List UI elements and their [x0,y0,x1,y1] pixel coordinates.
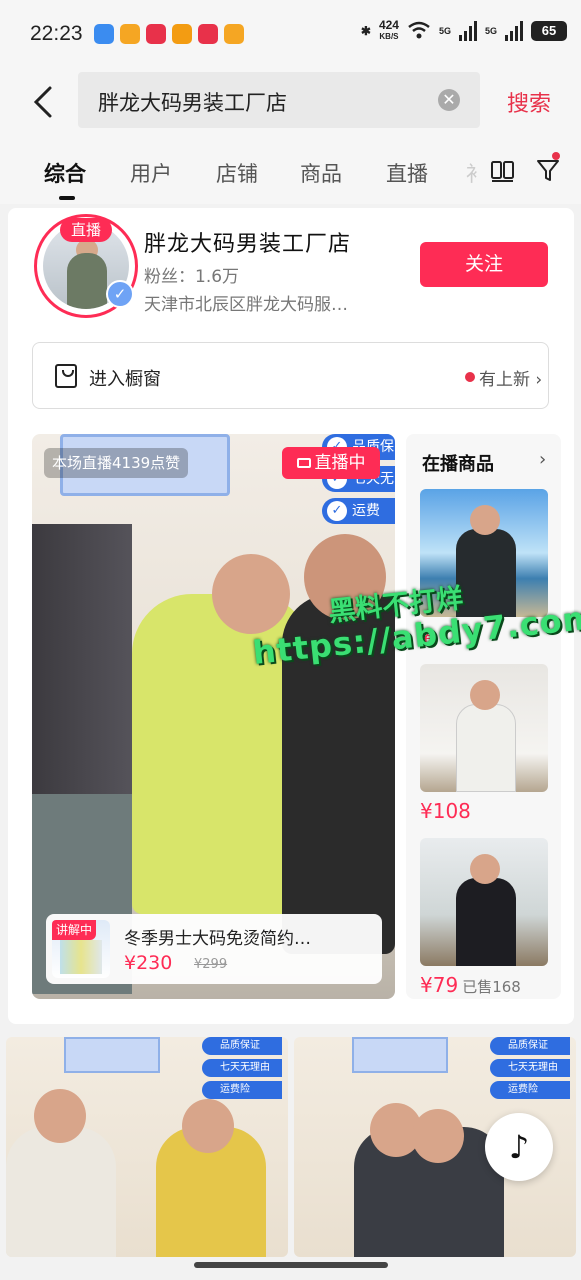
app-icon [94,24,114,44]
live-products-panel: 在播商品 › ¥ ¥108 ¥79 已售168 [406,434,561,999]
app-icon [146,24,166,44]
signal-icon [505,21,523,41]
tab-more[interactable]: 补 [466,158,478,188]
promise-item: 运费险 [202,1081,282,1099]
search-header: 胖龙大码男装工厂店 ✕ 搜索 [0,70,581,140]
status-time: 22:23 [30,22,83,45]
shopping-bag-icon [55,364,77,388]
sold-count: 已售168 [462,978,521,996]
app-icon [224,24,244,44]
product-price: ¥230 [124,952,173,974]
signal-icon [458,21,477,41]
promise-item: 品质保证 [490,1037,570,1055]
live-now-label: 直播中 [314,453,366,473]
promise-item: 运费 [322,498,395,524]
search-query: 胖龙大码男装工厂店 [98,91,287,115]
tv-icon [296,458,311,468]
live-preview[interactable]: 品质保 七天无 运费 本场直播4139点赞 直播中 讲解中 冬季男士大码免烫简约… [32,434,395,999]
follow-button[interactable]: 关注 [420,242,548,287]
tab-users[interactable]: 用户 [130,158,172,188]
shop-address: 天津市北辰区胖龙大码服… [144,295,348,315]
product-image[interactable] [420,838,548,966]
likes-count: 本场直播4139点赞 [44,448,189,478]
enter-showcase-button[interactable]: 进入橱窗 有上新 › [32,342,549,409]
tab-live[interactable]: 直播 [386,158,428,188]
back-icon[interactable] [30,84,60,120]
filter-icon[interactable] [536,158,562,184]
wifi-icon [407,21,431,42]
showcase-label: 进入橱窗 [89,369,161,390]
explaining-product-card[interactable]: 讲解中 冬季男士大码免烫简约… ¥230 ¥299 [46,914,382,984]
home-indicator [194,1262,388,1268]
promise-item: 七天无理由 [202,1059,282,1077]
tiktok-icon[interactable]: ♪ [485,1113,553,1181]
signal-label: 5G [438,26,451,36]
net-speed: 424 KB/S [378,18,399,42]
battery-icon: 65 [531,21,567,41]
result-tabs: 综合 用户 店铺 商品 直播 补 [0,140,581,204]
net-speed-value: 424 [378,18,399,32]
search-input[interactable]: 胖龙大码男装工厂店 ✕ [78,72,480,128]
product-price-row: ¥79 已售168 [420,973,521,997]
product-price: ¥79 [420,973,459,997]
product-title: 冬季男士大码免烫简约… [124,929,311,949]
product-image[interactable] [420,664,548,792]
service-promises: 品质保证 七天无理由 运费险 [202,1037,282,1099]
tab-active-indicator [59,196,75,200]
store-banner [352,1037,448,1073]
new-dot [465,372,475,382]
live-products-heading[interactable]: 在播商品 [422,450,494,476]
promise-item: 七天无理由 [490,1059,570,1077]
notification-icons [94,24,244,44]
status-indicators: ✱ 424 KB/S 5G 5G 65 [360,18,567,42]
layout-toggle-icon[interactable] [490,158,516,184]
chevron-right-icon[interactable]: › [539,449,546,470]
status-bar: 22:23 ✱ 424 KB/S 5G 5G 65 [0,0,581,70]
video-card[interactable]: 品质保证 七天无理由 运费险 [6,1037,288,1257]
explaining-tag: 讲解中 [52,920,96,940]
verified-icon: ✓ [106,280,134,308]
tab-shops[interactable]: 店铺 [216,158,258,188]
original-price: ¥299 [194,957,228,972]
net-speed-unit: KB/S [379,32,399,41]
store-banner [64,1037,160,1073]
app-icon [198,24,218,44]
shop-name[interactable]: 胖龙大码男装工厂店 [144,226,351,258]
product-price: ¥108 [420,799,471,823]
promise-item: 运费险 [490,1081,570,1099]
filter-badge-dot [552,152,560,160]
live-tag: 直播 [60,218,112,242]
app-icon [172,24,192,44]
fans-count: 粉丝：1.6万 [144,267,240,287]
tab-overall[interactable]: 综合 [44,158,86,188]
signal-label: 5G [484,26,497,36]
search-results-page: 22:23 ✱ 424 KB/S 5G 5G 65 胖龙大码男装工厂店 ✕ 搜索… [0,0,581,1280]
app-icon [120,24,140,44]
bluetooth-icon: ✱ [360,24,371,38]
promise-item: 品质保证 [202,1037,282,1055]
new-arrivals-label: 有上新 › [479,370,543,390]
tab-products[interactable]: 商品 [300,158,342,188]
search-button[interactable]: 搜索 [507,86,551,118]
clear-icon[interactable]: ✕ [438,89,460,111]
service-promises: 品质保证 七天无理由 运费险 [490,1037,570,1099]
live-now-badge: 直播中 [282,447,380,479]
